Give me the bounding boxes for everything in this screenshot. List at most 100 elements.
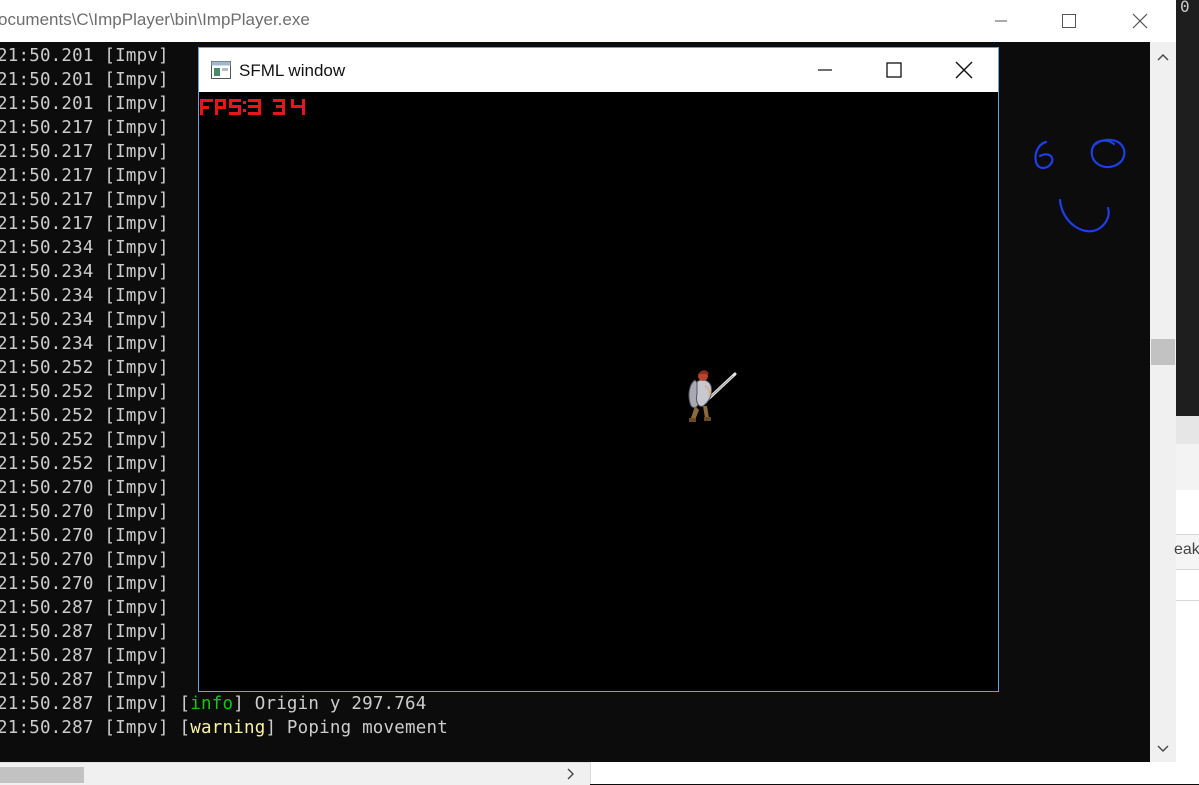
log-line: 21:50.201 [Impv] bbox=[0, 44, 169, 68]
log-line: 21:50.270 [Impv] bbox=[0, 500, 169, 524]
scroll-right-button[interactable] bbox=[562, 765, 580, 783]
console-vertical-scrollbar[interactable] bbox=[1150, 42, 1176, 762]
log-line: 21:50.252 [Impv] bbox=[0, 356, 169, 380]
divider bbox=[1176, 600, 1199, 601]
log-timestamp: 21:50.252 bbox=[0, 382, 94, 402]
background-panel-label: eak bbox=[1174, 541, 1199, 558]
log-source: [Impv] bbox=[104, 238, 169, 258]
vertical-scroll-thumb[interactable] bbox=[1151, 339, 1175, 365]
log-source: [Impv] bbox=[104, 382, 169, 402]
log-source: [Impv] bbox=[104, 166, 169, 186]
log-timestamp: 21:50.252 bbox=[0, 358, 94, 378]
log-timestamp: 21:50.201 bbox=[0, 94, 94, 114]
log-timestamp: 21:50.252 bbox=[0, 430, 94, 450]
log-line: 21:50.234 [Impv] bbox=[0, 236, 169, 260]
log-line: 21:50.287 [Impv] bbox=[0, 668, 169, 692]
log-line: 21:50.217 [Impv] bbox=[0, 140, 169, 164]
scroll-up-button[interactable] bbox=[1150, 44, 1176, 70]
scroll-down-button[interactable] bbox=[1150, 736, 1176, 762]
log-source: [Impv] bbox=[104, 214, 169, 234]
chevron-down-icon bbox=[1157, 745, 1169, 752]
log-line: 21:50.234 [Impv] bbox=[0, 284, 169, 308]
log-line: 21:50.201 [Impv] bbox=[0, 92, 169, 116]
log-line: 21:50.287 [Impv] bbox=[0, 620, 169, 644]
log-line: 21:50.287 [Impv] [info] Origin y 297.764 bbox=[0, 692, 427, 716]
log-timestamp: 21:50.270 bbox=[0, 526, 94, 546]
log-timestamp: 21:50.217 bbox=[0, 190, 94, 210]
log-line: 21:50.217 [Impv] bbox=[0, 188, 169, 212]
log-source: [Impv] bbox=[104, 694, 169, 714]
log-source: [Impv] bbox=[104, 334, 169, 354]
log-line: 21:50.217 [Impv] bbox=[0, 116, 169, 140]
log-level: info bbox=[190, 694, 234, 714]
log-line: 21:50.234 [Impv] bbox=[0, 260, 169, 284]
log-line: 21:50.217 [Impv] bbox=[0, 212, 169, 236]
log-level: warning bbox=[190, 718, 266, 738]
sfml-maximize-button[interactable] bbox=[878, 55, 910, 85]
fps-counter bbox=[200, 99, 305, 115]
console-minimize-button[interactable] bbox=[986, 6, 1016, 36]
log-message: Poping movement bbox=[286, 718, 448, 738]
log-source: [Impv] bbox=[104, 526, 169, 546]
sfml-window[interactable]: SFML window bbox=[198, 47, 999, 692]
log-source: [Impv] bbox=[104, 70, 169, 90]
log-timestamp: 21:50.234 bbox=[0, 238, 94, 258]
log-line: 21:50.252 [Impv] bbox=[0, 380, 169, 404]
log-source: [Impv] bbox=[104, 622, 169, 642]
log-timestamp: 21:50.252 bbox=[0, 406, 94, 426]
log-timestamp: 21:50.270 bbox=[0, 502, 94, 522]
log-source: [Impv] bbox=[104, 550, 169, 570]
log-source: [Impv] bbox=[104, 310, 169, 330]
console-title-bar[interactable]: ocuments\C\ImpPlayer\bin\ImpPlayer.exe bbox=[0, 0, 1176, 42]
knight-sprite bbox=[688, 370, 737, 422]
log-line: 21:50.201 [Impv] bbox=[0, 68, 169, 92]
log-message: Origin y 297.764 bbox=[254, 694, 427, 714]
log-timestamp: 21:50.217 bbox=[0, 214, 94, 234]
log-timestamp: 21:50.287 bbox=[0, 598, 94, 618]
console-maximize-button[interactable] bbox=[1054, 6, 1084, 36]
console-horizontal-scrollbar[interactable] bbox=[0, 762, 590, 785]
maximize-icon bbox=[886, 62, 902, 78]
background-panel-strip bbox=[1176, 416, 1199, 444]
log-timestamp: 21:50.287 bbox=[0, 718, 94, 738]
sfml-title-bar[interactable]: SFML window bbox=[199, 48, 998, 92]
log-source: [Impv] bbox=[104, 574, 169, 594]
log-source: [Impv] bbox=[104, 142, 169, 162]
log-line: 21:50.252 [Impv] bbox=[0, 404, 169, 428]
log-timestamp: 21:50.234 bbox=[0, 334, 94, 354]
log-source: [Impv] bbox=[104, 358, 169, 378]
log-source: [Impv] bbox=[104, 718, 169, 738]
log-timestamp: 21:50.270 bbox=[0, 478, 94, 498]
close-icon bbox=[1132, 13, 1148, 29]
chevron-right-icon bbox=[567, 768, 574, 780]
sfml-render-canvas[interactable] bbox=[199, 92, 998, 691]
close-icon bbox=[955, 61, 973, 79]
log-line: 21:50.270 [Impv] bbox=[0, 572, 169, 596]
log-line: 21:50.270 [Impv] bbox=[0, 524, 169, 548]
log-source: [Impv] bbox=[104, 286, 169, 306]
log-source: [Impv] bbox=[104, 478, 169, 498]
log-line: 21:50.287 [Impv] bbox=[0, 596, 169, 620]
console-close-button[interactable] bbox=[1125, 6, 1155, 36]
background-panel-item[interactable]: eak bbox=[1174, 534, 1199, 570]
console-window-title: ocuments\C\ImpPlayer\bin\ImpPlayer.exe bbox=[0, 10, 310, 29]
log-timestamp: 21:50.287 bbox=[0, 670, 94, 690]
sfml-close-button[interactable] bbox=[948, 55, 980, 85]
app-window-icon bbox=[211, 61, 231, 79]
log-line: 21:50.234 [Impv] bbox=[0, 332, 169, 356]
log-line: 21:50.252 [Impv] bbox=[0, 428, 169, 452]
log-source: [Impv] bbox=[104, 94, 169, 114]
log-line: 21:50.287 [Impv] bbox=[0, 644, 169, 668]
log-timestamp: 21:50.270 bbox=[0, 550, 94, 570]
log-source: [Impv] bbox=[104, 646, 169, 666]
horizontal-scroll-thumb[interactable] bbox=[0, 767, 84, 783]
background-edge-char: 0 bbox=[1180, 0, 1190, 16]
sfml-minimize-button[interactable] bbox=[809, 55, 841, 85]
log-source: [Impv] bbox=[104, 118, 169, 138]
background-panel-strip bbox=[1176, 444, 1199, 490]
log-source: [Impv] bbox=[104, 46, 169, 66]
log-timestamp: 21:50.287 bbox=[0, 694, 94, 714]
log-source: [Impv] bbox=[104, 406, 169, 426]
log-timestamp: 21:50.201 bbox=[0, 70, 94, 90]
sfml-window-title: SFML window bbox=[239, 61, 346, 80]
